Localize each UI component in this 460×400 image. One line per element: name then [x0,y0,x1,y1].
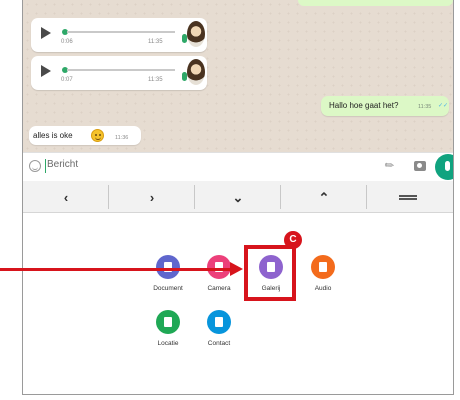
record-voice-button[interactable] [435,154,453,180]
avatar [187,59,205,85]
chat-area[interactable]: 0:06 11:35 0:07 11:35 Hallo hoe gaat het… [23,0,453,152]
attach-icon[interactable]: ✎ [382,158,398,173]
annotation-badge: C [284,231,302,249]
voice-duration: 0:06 [61,39,73,45]
attach-contact-button[interactable]: Contact [189,310,249,347]
annotation-arrow-head-icon [230,262,243,276]
message-time: 11:35 [148,39,163,45]
camera-icon[interactable] [414,161,426,171]
cursor-up-key[interactable]: ⌃ [281,181,367,213]
headphones-icon [311,255,335,279]
avatar [187,21,205,47]
message-time: 11:35 [418,104,432,110]
annotation-highlight-box [244,245,296,301]
attach-audio-button[interactable]: Audio [293,255,353,292]
voice-progress-track[interactable] [67,31,175,33]
emoji-icon[interactable] [29,160,41,172]
play-icon[interactable] [41,27,51,39]
menu-icon [399,195,417,197]
smiley-emoji-icon [91,129,104,142]
chevron-left-icon: ‹ [63,190,69,205]
text-cursor [45,159,46,173]
voice-progress-track[interactable] [67,69,175,71]
previous-message-bubble [298,0,453,6]
camera-icon [207,255,231,279]
annotation-arrow-line [0,268,232,271]
message-text: alles is oke [33,131,73,140]
cursor-right-key[interactable]: › [109,181,195,213]
page-margin [0,0,22,400]
chevron-down-icon: ⌄ [232,190,244,205]
voice-duration: 0:07 [61,77,73,83]
chevron-right-icon: › [149,190,155,205]
voice-message[interactable]: 0:06 11:35 [31,18,207,52]
phone-screen: 0:06 11:35 0:07 11:35 Hallo hoe gaat het… [22,0,454,395]
message-time: 11:36 [115,135,129,141]
attach-label: Audio [314,285,332,292]
keyboard-nav-bar: ‹ › ⌄ ⌃ [23,181,453,213]
message-input[interactable]: Bericht [47,159,78,170]
voice-message[interactable]: 0:07 11:35 [31,56,207,90]
attach-label: Camera [207,285,231,292]
message-text: Hallo hoe gaat het? [329,101,399,110]
message-input-bar: Bericht ✎ [23,152,453,180]
message-time: 11:35 [148,77,163,83]
contact-icon [207,310,231,334]
cursor-down-key[interactable]: ⌄ [195,181,281,213]
location-icon [156,310,180,334]
play-icon[interactable] [41,65,51,77]
chevron-up-icon: ⌃ [318,190,330,205]
attach-label: Contact [207,340,231,347]
cursor-left-key[interactable]: ‹ [23,181,109,213]
incoming-message[interactable]: alles is oke 11:36 [29,126,141,145]
keyboard-menu-key[interactable] [367,181,453,213]
outgoing-message[interactable]: Hallo hoe gaat het? 11:35 ✓✓ [321,96,449,116]
document-icon [156,255,180,279]
read-ticks-icon: ✓✓ [438,103,449,109]
